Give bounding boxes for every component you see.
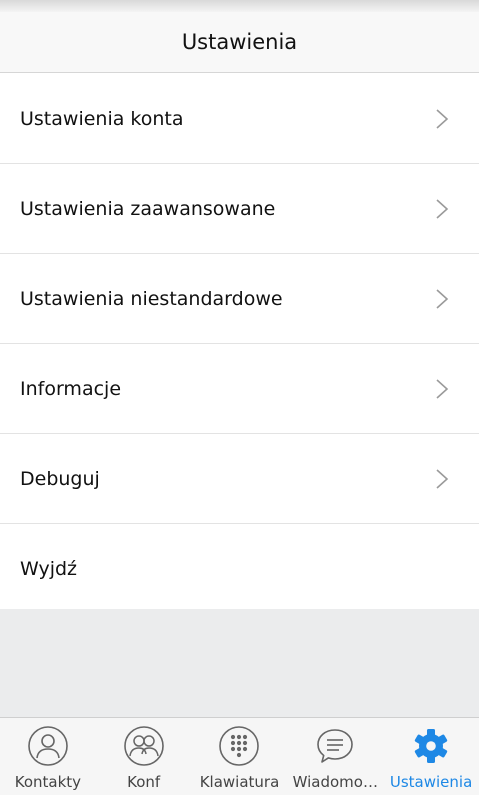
chat-bubble-icon <box>317 729 354 763</box>
menu-item-label: Ustawienia niestandardowe <box>20 287 283 310</box>
menu-item-label: Ustawienia konta <box>20 107 184 130</box>
chevron-right-icon <box>436 378 449 399</box>
tab-conference[interactable]: Konf <box>96 718 192 795</box>
menu-item-exit[interactable]: Wyjdź <box>0 524 479 613</box>
chevron-right-icon <box>436 288 449 309</box>
menu-item-custom-settings[interactable]: Ustawienia niestandardowe <box>0 254 479 344</box>
title-bar: Ustawienia <box>0 12 479 73</box>
menu-item-account-settings[interactable]: Ustawienia konta <box>0 74 479 164</box>
tab-settings[interactable]: Ustawienia <box>383 718 479 795</box>
tab-label: Ustawienia <box>389 773 473 791</box>
tab-label: Wiadomo… <box>292 773 378 791</box>
menu-item-advanced-settings[interactable]: Ustawienia zaawansowane <box>0 164 479 254</box>
chevron-right-icon <box>436 198 449 219</box>
dialpad-icon <box>219 726 260 766</box>
tab-label: Kontakty <box>14 773 82 791</box>
group-icon <box>123 726 164 766</box>
tab-label: Konf <box>127 773 161 791</box>
bottom-tab-bar: Kontakty Konf Klawiatura Wiadomo… Ustawi… <box>0 717 479 795</box>
status-bar-shadow <box>0 0 479 12</box>
person-icon <box>28 726 68 766</box>
menu-item-label: Informacje <box>20 377 122 400</box>
settings-list: Ustawienia konta Ustawienia zaawansowane… <box>0 74 479 613</box>
chevron-right-icon <box>436 468 449 489</box>
gear-icon <box>414 729 448 763</box>
tab-keypad[interactable]: Klawiatura <box>192 718 288 795</box>
menu-item-label: Ustawienia zaawansowane <box>20 197 276 220</box>
tab-label: Klawiatura <box>199 773 280 791</box>
menu-item-debug[interactable]: Debuguj <box>0 434 479 524</box>
chevron-right-icon <box>436 108 449 129</box>
menu-item-label: Debuguj <box>20 467 100 490</box>
empty-area <box>0 609 479 717</box>
page-title: Ustawienia <box>181 30 298 54</box>
menu-item-label: Wyjdź <box>20 557 78 580</box>
tab-contacts[interactable]: Kontakty <box>0 718 96 795</box>
tab-messages[interactable]: Wiadomo… <box>287 718 383 795</box>
menu-item-information[interactable]: Informacje <box>0 344 479 434</box>
